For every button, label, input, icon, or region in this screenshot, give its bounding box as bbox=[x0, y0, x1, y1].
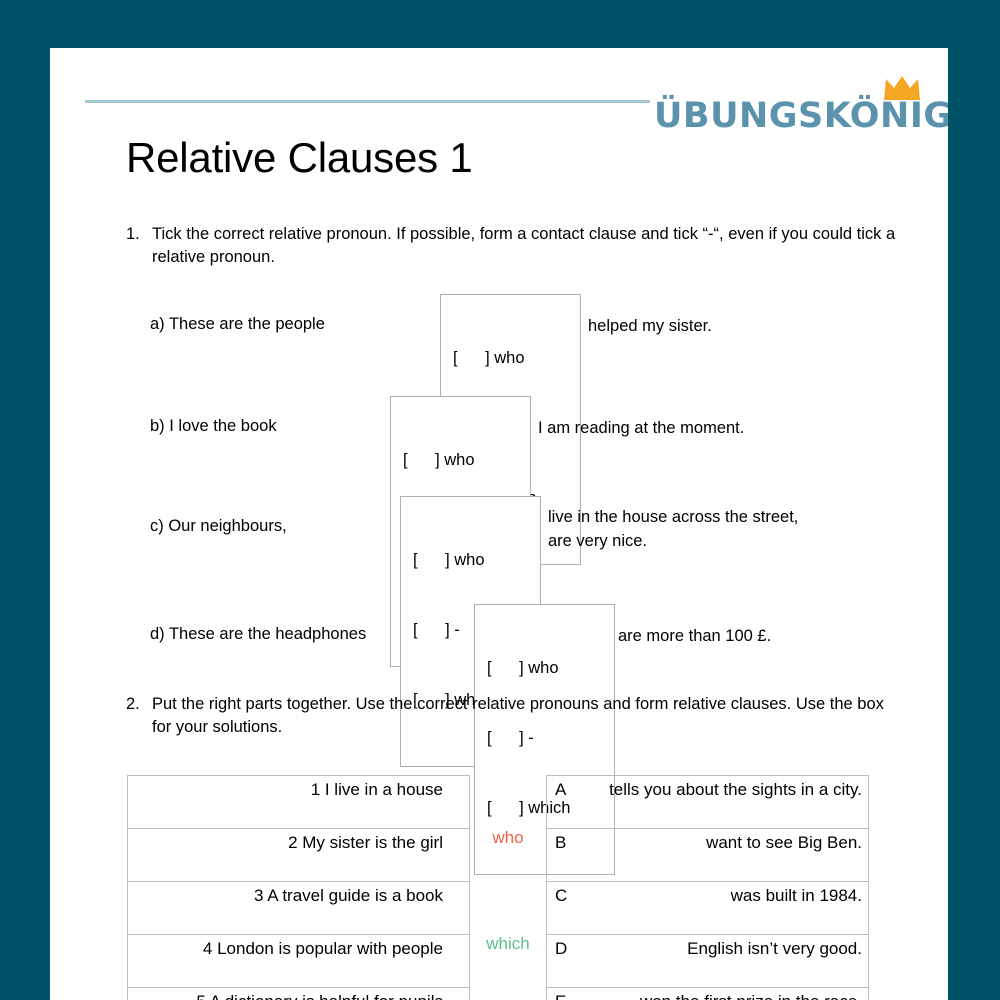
right-cell-a[interactable]: A tells you about the sights in a city. bbox=[546, 775, 869, 829]
logo-wordmark: ÜBUNGSKÖNIG bbox=[654, 96, 948, 136]
header-divider-rule bbox=[85, 100, 650, 103]
table-row[interactable]: D English isn’t very good. bbox=[546, 934, 869, 988]
left-cell-2[interactable]: 2 My sister is the girl bbox=[127, 828, 470, 882]
table-row[interactable]: 4 London is popular with people bbox=[127, 934, 470, 988]
choice-who[interactable]: [ ] who bbox=[403, 449, 518, 472]
right-letter-a: A bbox=[555, 780, 567, 799]
choice-who[interactable]: [ ] who bbox=[487, 657, 602, 680]
right-letter-c: C bbox=[555, 886, 568, 905]
right-letter-d: D bbox=[555, 939, 568, 958]
worksheet-page: ÜBUNGSKÖNIG Relative Clauses 1 1. Tick t… bbox=[50, 48, 948, 1000]
task-2-instruction: Put the right parts together. Use the co… bbox=[152, 695, 884, 737]
connector-which: which bbox=[486, 934, 530, 953]
table-row[interactable]: 5 A dictionary is helpful for pupils bbox=[127, 987, 470, 1000]
right-letter-b: B bbox=[555, 833, 567, 852]
right-cell-d[interactable]: D English isn’t very good. bbox=[546, 934, 869, 988]
table-row[interactable]: A tells you about the sights in a city. bbox=[546, 775, 869, 829]
task-1-number: 1. bbox=[126, 225, 140, 243]
table-row[interactable]: 1 I live in a house bbox=[127, 775, 470, 829]
match-right-table: A tells you about the sights in a city. … bbox=[546, 775, 869, 1000]
item-d-tail: are more than 100 £. bbox=[618, 627, 772, 645]
task-1-instruction: Tick the correct relative pronoun. If po… bbox=[152, 225, 896, 267]
item-d-stem: d) These are the headphones bbox=[150, 625, 367, 643]
item-c-stem: c) Our neighbours, bbox=[150, 517, 287, 535]
item-a-tail: helped my sister. bbox=[588, 317, 712, 335]
task-2-number: 2. bbox=[126, 695, 140, 713]
choice-who[interactable]: [ ] who bbox=[413, 549, 528, 572]
right-letter-e: E bbox=[555, 992, 566, 1000]
right-text-b: want to see Big Ben. bbox=[706, 833, 862, 852]
page-title: Relative Clauses 1 bbox=[126, 134, 473, 181]
left-cell-3[interactable]: 3 A travel guide is a book bbox=[127, 881, 470, 935]
table-row[interactable]: E won the first prize in the race. bbox=[546, 987, 869, 1000]
item-b-stem: b) I love the book bbox=[150, 417, 277, 435]
left-cell-1[interactable]: 1 I live in a house bbox=[127, 775, 470, 829]
match-left-table: 1 I live in a house 2 My sister is the g… bbox=[127, 775, 470, 1000]
right-text-a: tells you about the sights in a city. bbox=[609, 780, 862, 799]
left-cell-5[interactable]: 5 A dictionary is helpful for pupils bbox=[127, 987, 470, 1000]
item-c-tail-line-2: are very nice. bbox=[548, 532, 648, 550]
right-cell-e[interactable]: E won the first prize in the race. bbox=[546, 987, 869, 1000]
table-row[interactable]: 3 A travel guide is a book bbox=[127, 881, 470, 935]
right-text-d: English isn’t very good. bbox=[687, 939, 862, 958]
item-c-tail-line-1: live in the house across the street, bbox=[548, 508, 799, 526]
right-cell-c[interactable]: C was built in 1984. bbox=[546, 881, 869, 935]
table-row[interactable]: B want to see Big Ben. bbox=[546, 828, 869, 882]
table-row[interactable]: C was built in 1984. bbox=[546, 881, 869, 935]
choice-who[interactable]: [ ] who bbox=[453, 347, 568, 370]
connector-who: who bbox=[492, 828, 524, 847]
item-b-tail: I am reading at the moment. bbox=[538, 419, 745, 437]
item-a-stem: a) These are the people bbox=[150, 315, 325, 333]
ubungskonig-logo: ÜBUNGSKÖNIG bbox=[654, 74, 948, 138]
right-cell-b[interactable]: B want to see Big Ben. bbox=[546, 828, 869, 882]
right-text-c: was built in 1984. bbox=[730, 886, 862, 905]
right-text-e: won the first prize in the race. bbox=[640, 992, 862, 1000]
left-cell-4[interactable]: 4 London is popular with people bbox=[127, 934, 470, 988]
table-row[interactable]: 2 My sister is the girl bbox=[127, 828, 470, 882]
